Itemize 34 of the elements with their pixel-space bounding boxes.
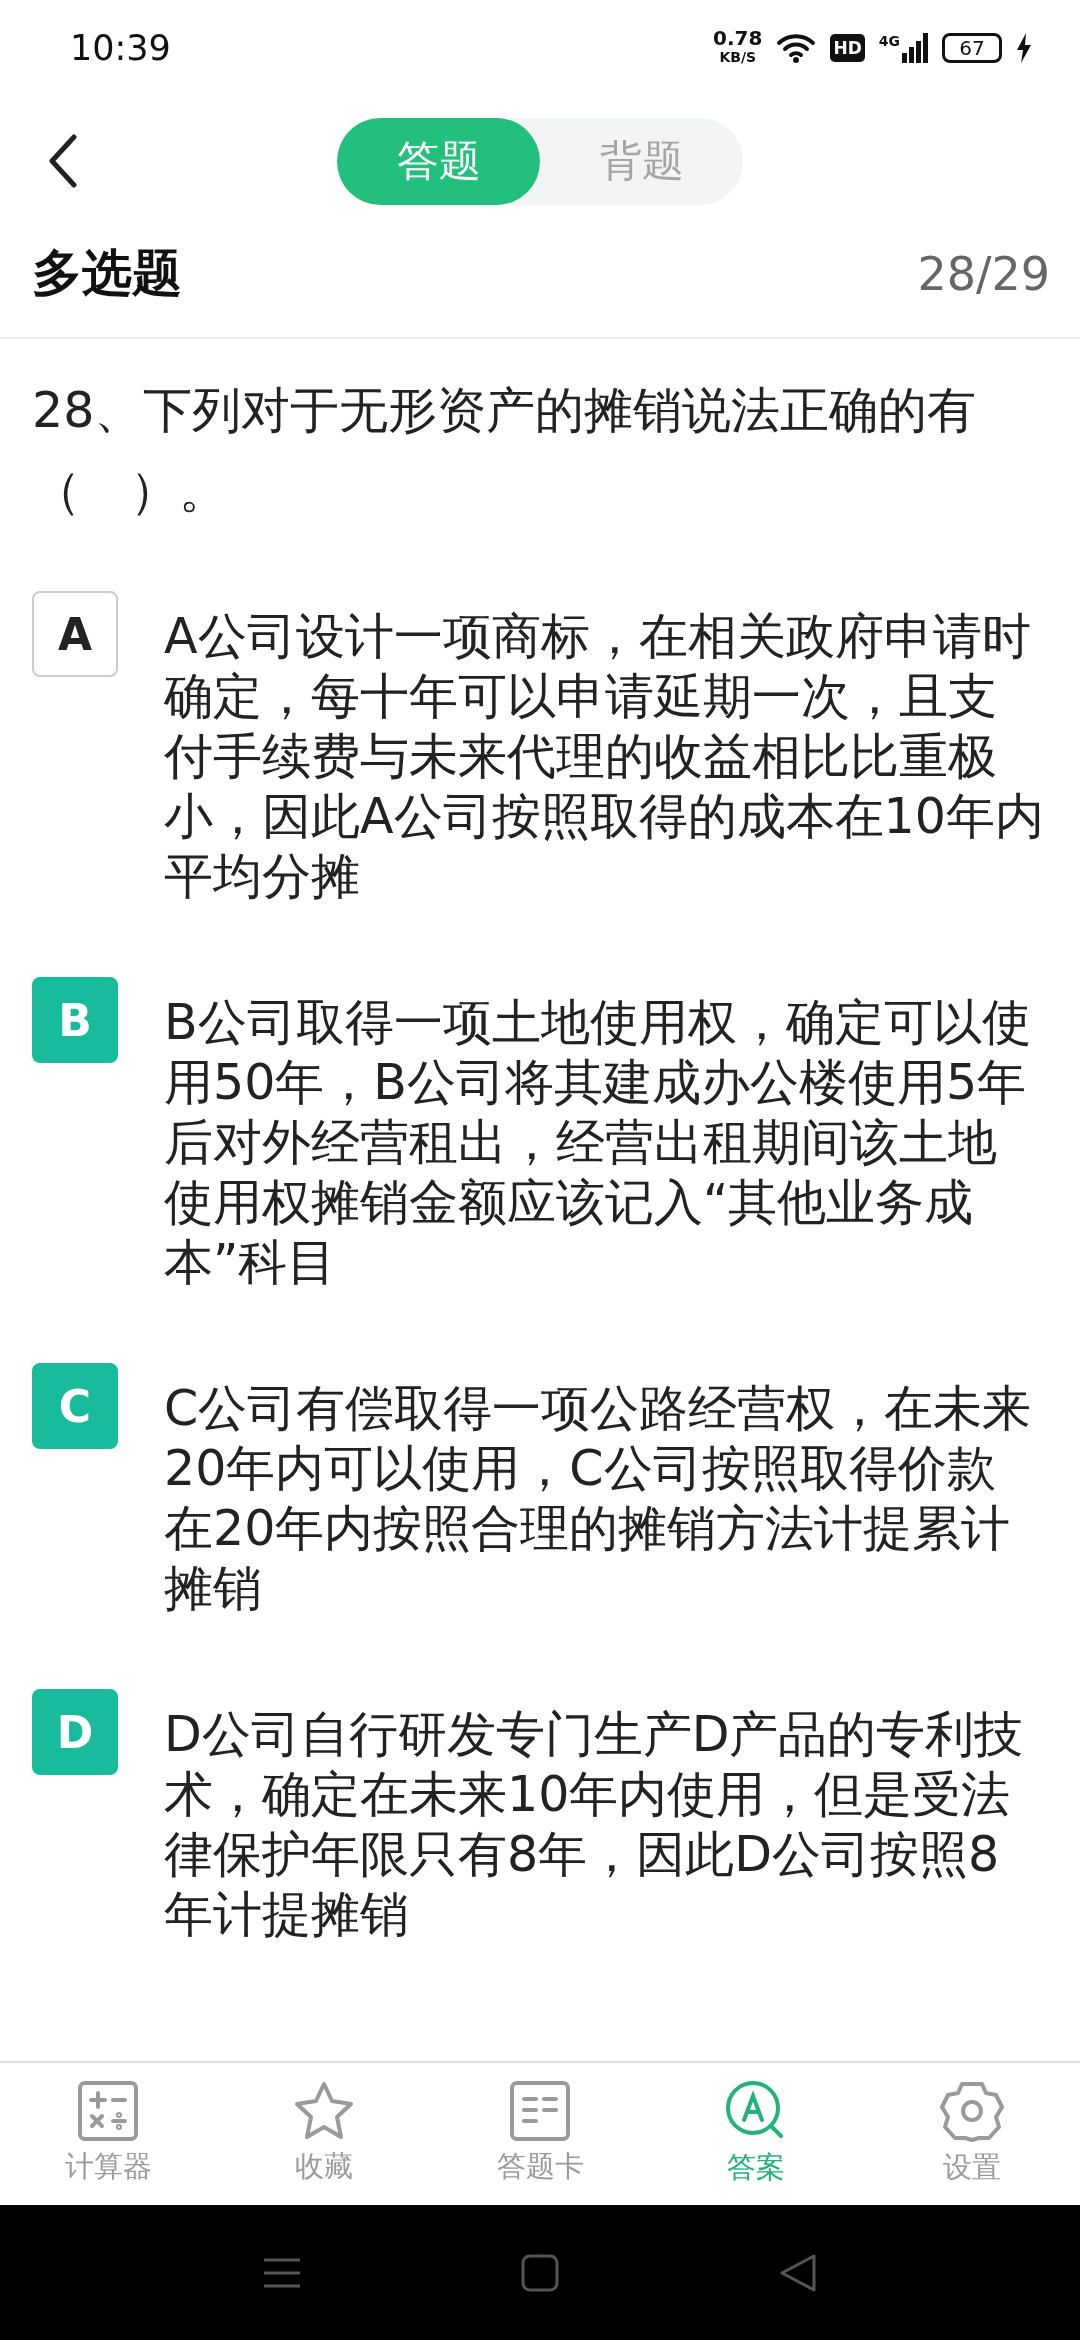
option-text[interactable]: C公司有偿取得一项公路经营权，在未来20年内可以使用，C公司按照取得价款在20年内按照合理的摊销方法计提累计摊销	[164, 1363, 1044, 1619]
question-type: 多选题	[32, 243, 182, 304]
nav-label[interactable]: 收藏	[295, 2147, 353, 2187]
speed-unit: KB/S	[719, 48, 757, 67]
option-text[interactable]: A公司设计一项商标，在相关政府申请时确定，每十年可以申请延期一次，且支付手续费与未来代理的收益相比比重极小，因此A公司按照取得的成本在10年内平均分摊	[164, 591, 1044, 907]
mode-tab[interactable]: 答题	[337, 117, 540, 205]
nav-label[interactable]: 设置	[943, 2148, 1001, 2188]
signal-icon	[902, 33, 928, 63]
star-icon[interactable]	[293, 2081, 355, 2141]
option-letter[interactable]: D	[32, 1689, 118, 1775]
option-letter[interactable]: C	[32, 1363, 118, 1449]
charging-icon	[1016, 33, 1032, 63]
home-icon[interactable]	[521, 2253, 559, 2292]
back-nav-icon[interactable]	[779, 2253, 817, 2292]
option-text[interactable]: B公司取得一项土地使用权，确定可以使用50年，B公司将其建成办公楼使用5年后对外经营租出，经营出租期间该土地使用权摊销金额应该记入“其他业务成本”科目	[164, 977, 1044, 1293]
progress-count: 28/29	[917, 246, 1050, 301]
nav-label[interactable]: 计算器	[64, 2147, 152, 2187]
calculator-icon[interactable]	[78, 2081, 138, 2141]
option-letter[interactable]: A	[32, 591, 118, 677]
battery-icon: 67	[942, 33, 1002, 63]
speed-value: 0.78	[713, 29, 763, 48]
back-icon[interactable]	[48, 134, 78, 188]
hd-badge: HD	[830, 34, 865, 62]
question-text: 28、下列对于无形资产的摊销说法正确的有（ ）。	[32, 381, 978, 521]
status-time: 10:39	[70, 28, 171, 68]
mode-tab[interactable]: 背题	[540, 117, 743, 205]
network-label: 4G	[878, 33, 900, 49]
nav-label[interactable]: 答案	[727, 2148, 785, 2188]
wifi-icon	[776, 32, 817, 64]
option-text[interactable]: D公司自行研发专门生产D产品的专利技术，确定在未来10年内使用，但是受法律保护年限只有8年，因此D公司按照8年计提摊销	[164, 1689, 1044, 1945]
answer-sheet-icon[interactable]	[510, 2081, 570, 2141]
nav-label[interactable]: 答题卡	[496, 2147, 584, 2187]
settings-icon[interactable]	[940, 2080, 1004, 2142]
option-letter[interactable]: B	[32, 977, 118, 1063]
